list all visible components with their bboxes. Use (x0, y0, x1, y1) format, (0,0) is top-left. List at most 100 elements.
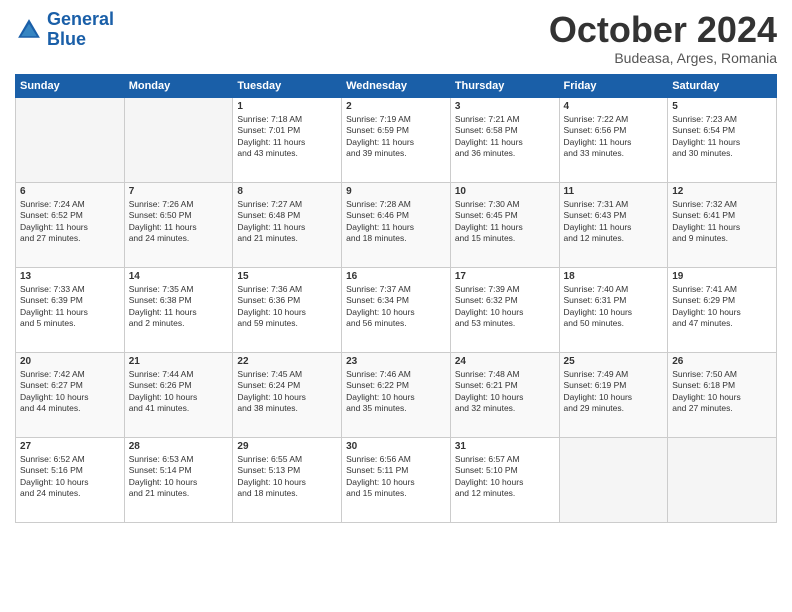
cell-content: Sunrise: 7:36 AM Sunset: 6:36 PM Dayligh… (237, 284, 337, 330)
header: General Blue October 2024 Budeasa, Arges… (15, 10, 777, 66)
calendar-cell: 4 Sunrise: 7:22 AM Sunset: 6:56 PM Daylig… (559, 97, 668, 182)
day-number: 29 (237, 441, 337, 452)
calendar-table: SundayMondayTuesdayWednesdayThursdayFrid… (15, 74, 777, 523)
logo-line1: General (47, 9, 114, 29)
calendar-cell: 8 Sunrise: 7:27 AM Sunset: 6:48 PM Daylig… (233, 182, 342, 267)
calendar-cell: 16 Sunrise: 7:37 AM Sunset: 6:34 PM Dayli… (342, 267, 451, 352)
logo-line2: Blue (47, 29, 86, 49)
week-row-0: 1 Sunrise: 7:18 AM Sunset: 7:01 PM Daylig… (16, 97, 777, 182)
calendar-cell: 22 Sunrise: 7:45 AM Sunset: 6:24 PM Dayli… (233, 352, 342, 437)
day-number: 25 (564, 356, 664, 367)
day-number: 1 (237, 101, 337, 112)
calendar-cell (124, 97, 233, 182)
calendar-cell: 29 Sunrise: 6:55 AM Sunset: 5:13 PM Dayli… (233, 437, 342, 522)
day-header-wednesday: Wednesday (342, 74, 451, 97)
calendar-cell: 25Sunrise: 7:49 AM Sunset: 6:19 PM Dayli… (559, 352, 668, 437)
calendar-cell: 10Sunrise: 7:30 AM Sunset: 6:45 PM Dayli… (450, 182, 559, 267)
cell-content: Sunrise: 7:27 AM Sunset: 6:48 PM Dayligh… (237, 199, 337, 245)
day-number: 6 (20, 186, 120, 197)
day-number: 5 (672, 101, 772, 112)
cell-content: Sunrise: 7:41 AM Sunset: 6:29 PM Dayligh… (672, 284, 772, 330)
calendar-cell: 20 Sunrise: 7:42 AM Sunset: 6:27 PM Dayli… (16, 352, 125, 437)
calendar-cell: 19 Sunrise: 7:41 AM Sunset: 6:29 PM Dayli… (668, 267, 777, 352)
cell-content: Sunrise: 7:37 AM Sunset: 6:34 PM Dayligh… (346, 284, 446, 330)
cell-content: Sunrise: 7:28 AM Sunset: 6:46 PM Dayligh… (346, 199, 446, 245)
day-header-monday: Monday (124, 74, 233, 97)
cell-content: Sunrise: 7:46 AM Sunset: 6:22 PM Dayligh… (346, 369, 446, 415)
cell-content: Sunrise: 7:32 AM Sunset: 6:41 PM Dayligh… (672, 199, 772, 245)
day-header-saturday: Saturday (668, 74, 777, 97)
day-header-tuesday: Tuesday (233, 74, 342, 97)
cell-content: Sunrise: 7:44 AM Sunset: 6:26 PM Dayligh… (129, 369, 229, 415)
calendar-cell: 6 Sunrise: 7:24 AM Sunset: 6:52 PM Daylig… (16, 182, 125, 267)
logo-text: General Blue (47, 10, 114, 50)
calendar-cell: 14 Sunrise: 7:35 AM Sunset: 6:38 PM Dayli… (124, 267, 233, 352)
calendar-cell: 1 Sunrise: 7:18 AM Sunset: 7:01 PM Daylig… (233, 97, 342, 182)
calendar-header-row: SundayMondayTuesdayWednesdayThursdayFrid… (16, 74, 777, 97)
cell-content: Sunrise: 7:31 AM Sunset: 6:43 PM Dayligh… (564, 199, 664, 245)
cell-content: Sunrise: 7:18 AM Sunset: 7:01 PM Dayligh… (237, 114, 337, 160)
day-number: 24 (455, 356, 555, 367)
day-header-sunday: Sunday (16, 74, 125, 97)
day-number: 15 (237, 271, 337, 282)
cell-content: Sunrise: 7:50 AM Sunset: 6:18 PM Dayligh… (672, 369, 772, 415)
cell-content: Sunrise: 7:42 AM Sunset: 6:27 PM Dayligh… (20, 369, 120, 415)
cell-content: Sunrise: 7:30 AM Sunset: 6:45 PM Dayligh… (455, 199, 555, 245)
calendar-cell: 27Sunrise: 6:52 AM Sunset: 5:16 PM Dayli… (16, 437, 125, 522)
day-number: 19 (672, 271, 772, 282)
calendar-cell: 30 Sunrise: 6:56 AM Sunset: 5:11 PM Dayli… (342, 437, 451, 522)
calendar-cell: 21 Sunrise: 7:44 AM Sunset: 6:26 PM Dayli… (124, 352, 233, 437)
calendar-cell: 5Sunrise: 7:23 AM Sunset: 6:54 PM Daylig… (668, 97, 777, 182)
day-number: 9 (346, 186, 446, 197)
day-header-friday: Friday (559, 74, 668, 97)
day-header-thursday: Thursday (450, 74, 559, 97)
week-row-3: 20 Sunrise: 7:42 AM Sunset: 6:27 PM Dayli… (16, 352, 777, 437)
week-row-1: 6 Sunrise: 7:24 AM Sunset: 6:52 PM Daylig… (16, 182, 777, 267)
day-number: 14 (129, 271, 229, 282)
calendar-cell: 7Sunrise: 7:26 AM Sunset: 6:50 PM Daylig… (124, 182, 233, 267)
day-number: 2 (346, 101, 446, 112)
calendar-cell: 24 Sunrise: 7:48 AM Sunset: 6:21 PM Dayli… (450, 352, 559, 437)
calendar-cell: 11Sunrise: 7:31 AM Sunset: 6:43 PM Dayli… (559, 182, 668, 267)
day-number: 26 (672, 356, 772, 367)
week-row-4: 27Sunrise: 6:52 AM Sunset: 5:16 PM Dayli… (16, 437, 777, 522)
title-section: October 2024 Budeasa, Arges, Romania (549, 10, 777, 66)
day-number: 30 (346, 441, 446, 452)
cell-content: Sunrise: 6:55 AM Sunset: 5:13 PM Dayligh… (237, 454, 337, 500)
calendar-cell: 12 Sunrise: 7:32 AM Sunset: 6:41 PM Dayli… (668, 182, 777, 267)
cell-content: Sunrise: 7:24 AM Sunset: 6:52 PM Dayligh… (20, 199, 120, 245)
day-number: 28 (129, 441, 229, 452)
cell-content: Sunrise: 7:22 AM Sunset: 6:56 PM Dayligh… (564, 114, 664, 160)
location: Budeasa, Arges, Romania (549, 50, 777, 66)
day-number: 22 (237, 356, 337, 367)
logo-icon (15, 16, 43, 44)
calendar-cell: 26 Sunrise: 7:50 AM Sunset: 6:18 PM Dayli… (668, 352, 777, 437)
day-number: 21 (129, 356, 229, 367)
day-number: 8 (237, 186, 337, 197)
month-title: October 2024 (549, 10, 777, 50)
calendar-cell (559, 437, 668, 522)
day-number: 16 (346, 271, 446, 282)
day-number: 12 (672, 186, 772, 197)
cell-content: Sunrise: 6:56 AM Sunset: 5:11 PM Dayligh… (346, 454, 446, 500)
calendar-cell: 28Sunrise: 6:53 AM Sunset: 5:14 PM Dayli… (124, 437, 233, 522)
cell-content: Sunrise: 7:45 AM Sunset: 6:24 PM Dayligh… (237, 369, 337, 415)
cell-content: Sunrise: 7:19 AM Sunset: 6:59 PM Dayligh… (346, 114, 446, 160)
calendar-cell (16, 97, 125, 182)
cell-content: Sunrise: 7:40 AM Sunset: 6:31 PM Dayligh… (564, 284, 664, 330)
cell-content: Sunrise: 7:48 AM Sunset: 6:21 PM Dayligh… (455, 369, 555, 415)
calendar-cell (668, 437, 777, 522)
week-row-2: 13Sunrise: 7:33 AM Sunset: 6:39 PM Dayli… (16, 267, 777, 352)
calendar-cell: 15 Sunrise: 7:36 AM Sunset: 6:36 PM Dayli… (233, 267, 342, 352)
calendar-cell: 18 Sunrise: 7:40 AM Sunset: 6:31 PM Dayli… (559, 267, 668, 352)
day-number: 20 (20, 356, 120, 367)
day-number: 4 (564, 101, 664, 112)
cell-content: Sunrise: 7:39 AM Sunset: 6:32 PM Dayligh… (455, 284, 555, 330)
calendar-cell: 3Sunrise: 7:21 AM Sunset: 6:58 PM Daylig… (450, 97, 559, 182)
cell-content: Sunrise: 6:52 AM Sunset: 5:16 PM Dayligh… (20, 454, 120, 500)
calendar-cell: 2 Sunrise: 7:19 AM Sunset: 6:59 PM Daylig… (342, 97, 451, 182)
day-number: 18 (564, 271, 664, 282)
cell-content: Sunrise: 7:35 AM Sunset: 6:38 PM Dayligh… (129, 284, 229, 330)
calendar-cell: 9 Sunrise: 7:28 AM Sunset: 6:46 PM Daylig… (342, 182, 451, 267)
day-number: 23 (346, 356, 446, 367)
